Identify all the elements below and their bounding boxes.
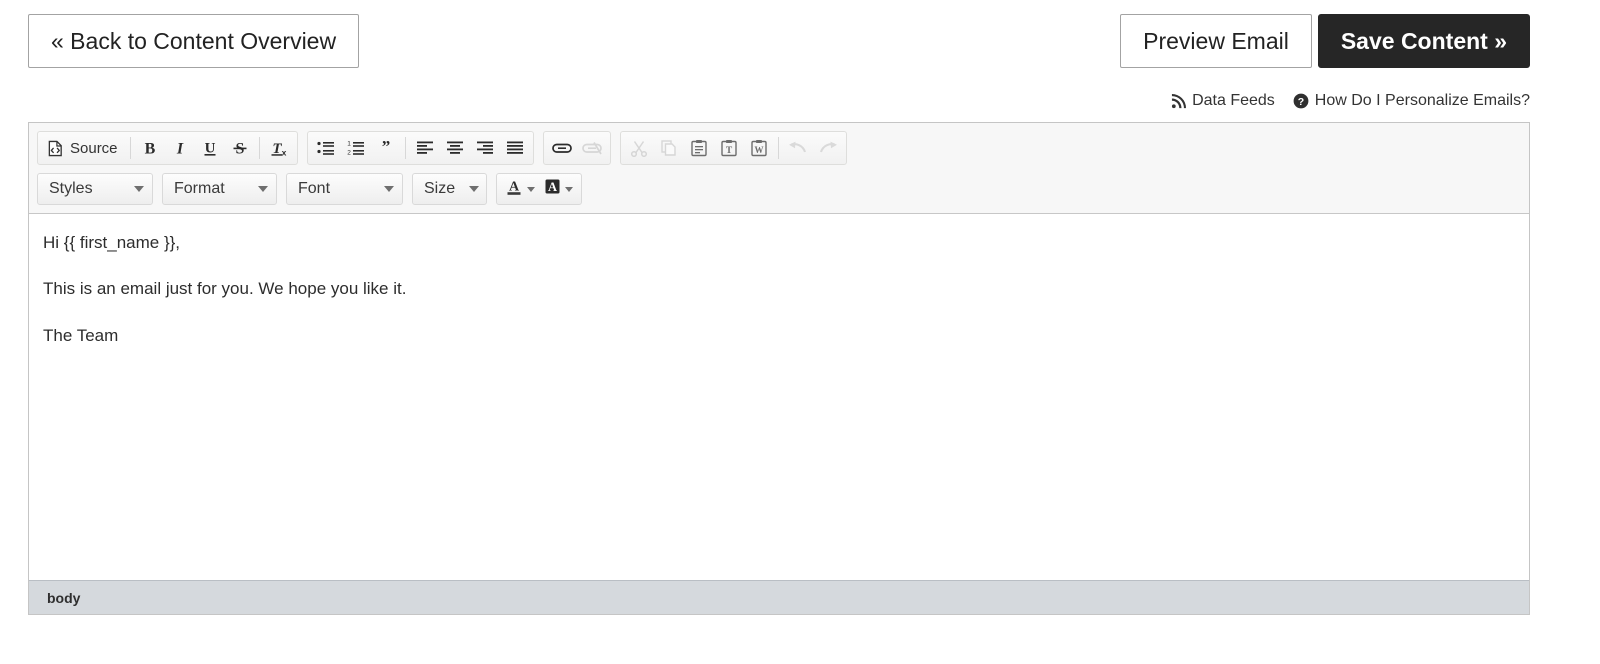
toolbar-row-2: Styles Format Font Size A A [37,171,1525,207]
toolbar-separator [404,137,406,159]
element-path-body[interactable]: body [43,588,84,608]
cut-button[interactable] [624,134,654,162]
preview-email-button[interactable]: Preview Email [1120,14,1312,68]
topbar-right-group: Preview Email Save Content » [1120,14,1530,68]
undo-button[interactable] [783,134,813,162]
font-dropdown-label: Font [298,180,331,197]
links-group [542,131,611,165]
rich-text-editor: Source B I U T x 1 2 ” T W Styles Format… [28,122,1530,615]
content-paragraph: The Team [43,325,119,345]
toolbar-separator [129,137,131,159]
remove-format-button[interactable]: T x [264,134,294,162]
chevron-down-icon [565,186,573,192]
bold-button[interactable]: B [135,134,165,162]
top-action-bar: « Back to Content Overview Preview Email… [0,0,1600,109]
align-center-button[interactable] [440,134,470,162]
chevron-down-icon [469,186,480,192]
styles-dropdown[interactable]: Styles [37,173,153,205]
source-button[interactable]: Source [41,134,126,162]
svg-text:1: 1 [347,140,351,147]
copy-button[interactable] [654,134,684,162]
paste-as-plain-text-button[interactable]: T [714,134,744,162]
personalize-emails-help-link[interactable]: ? How Do I Personalize Emails? [1293,92,1530,110]
content-paragraph: Hi {{ first_name }}, [43,233,181,252]
editor-toolbar: Source B I U T x 1 2 ” T W Styles Format… [29,123,1529,214]
italic-button[interactable]: I [165,134,195,162]
source-code-icon [47,140,64,157]
text-color-icon: A [505,177,524,202]
toolbar-separator [777,137,779,159]
strikethrough-button[interactable]: S [225,134,255,162]
editor-status-bar: body [29,580,1529,614]
svg-text:2: 2 [347,149,351,156]
unlink-button[interactable] [577,134,607,162]
link-button[interactable] [547,134,577,162]
chevron-down-icon [134,186,144,192]
paste-button[interactable] [684,134,714,162]
redo-button[interactable] [813,134,843,162]
svg-text:?: ? [1298,96,1304,108]
rss-icon [1171,93,1187,109]
styles-dropdown-label: Styles [49,180,93,197]
back-to-content-overview-button[interactable]: « Back to Content Overview [28,14,360,68]
blockquote-button[interactable]: ” [371,134,401,162]
data-feeds-link[interactable]: Data Feeds [1171,92,1275,110]
background-color-icon: A [543,177,562,202]
svg-text:B: B [144,141,155,158]
question-circle-icon: ? [1293,93,1309,109]
toolbar-row-1: Source B I U T x 1 2 ” T W [37,129,1525,167]
text-color-button[interactable]: A [501,175,539,203]
font-dropdown[interactable]: Font [286,173,403,205]
source-button-label: Source [70,139,118,157]
topbar-left-group: « Back to Content Overview [28,14,360,68]
format-dropdown[interactable]: Format [162,173,277,205]
align-right-button[interactable] [470,134,500,162]
save-content-button[interactable]: Save Content » [1317,14,1530,68]
toolbar-separator [258,137,260,159]
chevron-down-icon [258,186,268,192]
content-paragraph: This is an email just for you. We hope y… [43,279,407,299]
svg-text:”: ” [381,139,390,156]
clipboard-group: T W [619,131,847,165]
underline-button[interactable]: U [195,134,225,162]
align-left-button[interactable] [410,134,440,162]
chevron-down-icon [384,186,394,192]
color-group: A A [496,173,582,205]
basic-styles-group: Source B I U T x [37,131,298,165]
numbered-list-button[interactable]: 1 2 [341,134,371,162]
size-dropdown[interactable]: Size [412,173,487,205]
chevron-down-icon [527,186,535,192]
svg-text:x: x [281,147,286,157]
svg-text:I: I [175,141,183,158]
align-justify-button[interactable] [500,134,530,162]
svg-text:A: A [548,180,557,194]
paragraph-group: 1 2 ” [306,131,534,165]
format-dropdown-label: Format [174,180,225,197]
svg-text:W: W [754,145,763,155]
paste-from-word-button[interactable]: W [744,134,774,162]
helper-links-row: Data Feeds ? How Do I Personalize Emails… [1171,92,1530,110]
size-dropdown-label: Size [424,180,456,197]
svg-text:T: T [725,146,732,156]
data-feeds-label: Data Feeds [1192,92,1275,109]
personalize-emails-label: How Do I Personalize Emails? [1314,92,1530,109]
editor-content-area[interactable]: Hi {{ first_name }}, This is an email ju… [29,214,1529,580]
background-color-button[interactable]: A [539,175,577,203]
bulleted-list-button[interactable] [311,134,341,162]
